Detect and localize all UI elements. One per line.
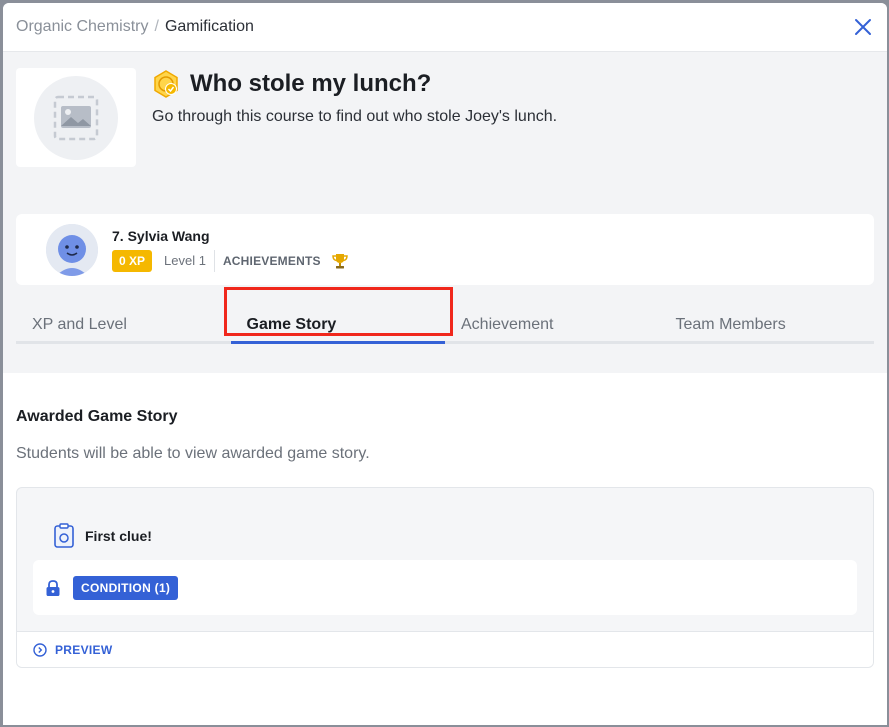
gamification-modal: Organic Chemistry / Gamification Who sto… <box>3 3 887 725</box>
condition-box: CONDITION (1) <box>33 560 857 615</box>
condition-badge[interactable]: CONDITION (1) <box>73 575 179 600</box>
preview-button[interactable]: PREVIEW <box>17 631 873 667</box>
breadcrumb-separator: / <box>154 18 159 35</box>
breadcrumb-parent[interactable]: Organic Chemistry <box>16 18 148 36</box>
story-header: First clue! <box>17 488 873 560</box>
tab-team-members[interactable]: Team Members <box>659 304 874 344</box>
story-card-icon <box>54 523 74 548</box>
tab-label: Team Members <box>675 316 786 333</box>
achievements-label: ACHIEVEMENTS <box>222 253 321 268</box>
course-description: Go through this course to find out who s… <box>152 108 558 125</box>
breadcrumb: Organic Chemistry / Gamification <box>16 18 254 36</box>
chevron-right-circle-icon <box>33 642 47 657</box>
breadcrumb-current: Gamification <box>164 18 254 35</box>
tab-label: Achievement <box>461 316 554 333</box>
section-description: Students will be able to view awarded ga… <box>16 445 370 462</box>
trophy-icon <box>331 253 348 268</box>
avatar <box>46 223 98 276</box>
section-title: Awarded Game Story <box>16 408 178 425</box>
preview-label: PREVIEW <box>55 642 113 657</box>
game-story-badge-icon <box>154 70 178 98</box>
tab-bar: XP and Level Game Story Achievement Team… <box>16 287 874 344</box>
modal-header: Organic Chemistry / Gamification <box>3 3 887 52</box>
course-thumbnail <box>16 68 136 167</box>
lock-icon <box>46 579 60 596</box>
user-card: 7. Sylvia Wang 0 XP Level 1 ACHIEVEMENTS <box>16 214 874 285</box>
image-placeholder-icon <box>53 95 99 140</box>
level-label: Level 1 <box>164 253 206 268</box>
user-stats: 0 XP Level 1 ACHIEVEMENTS <box>112 249 349 272</box>
tab-label: Game Story <box>246 316 337 333</box>
close-icon <box>855 19 871 35</box>
user-name: 7. Sylvia Wang <box>112 227 210 244</box>
avatar-icon <box>46 223 98 276</box>
xp-badge: 0 XP <box>112 249 153 272</box>
tab-achievement[interactable]: Achievement <box>445 304 660 344</box>
course-title: Who stole my lunch? <box>190 70 432 97</box>
course-overview: Who stole my lunch? Go through this cour… <box>3 52 887 373</box>
tab-label: XP and Level <box>32 316 127 333</box>
story-card: First clue! CONDITION (1) PREVIEW <box>16 487 874 668</box>
game-story-panel: Awarded Game Story Students will be able… <box>3 373 887 668</box>
course-header: Who stole my lunch? Go through this cour… <box>16 68 874 168</box>
tab-game-story[interactable]: Game Story <box>230 304 445 344</box>
story-name: First clue! <box>85 528 152 544</box>
tab-xp-and-level[interactable]: XP and Level <box>16 304 231 344</box>
divider <box>213 249 215 272</box>
close-button[interactable] <box>851 15 875 39</box>
